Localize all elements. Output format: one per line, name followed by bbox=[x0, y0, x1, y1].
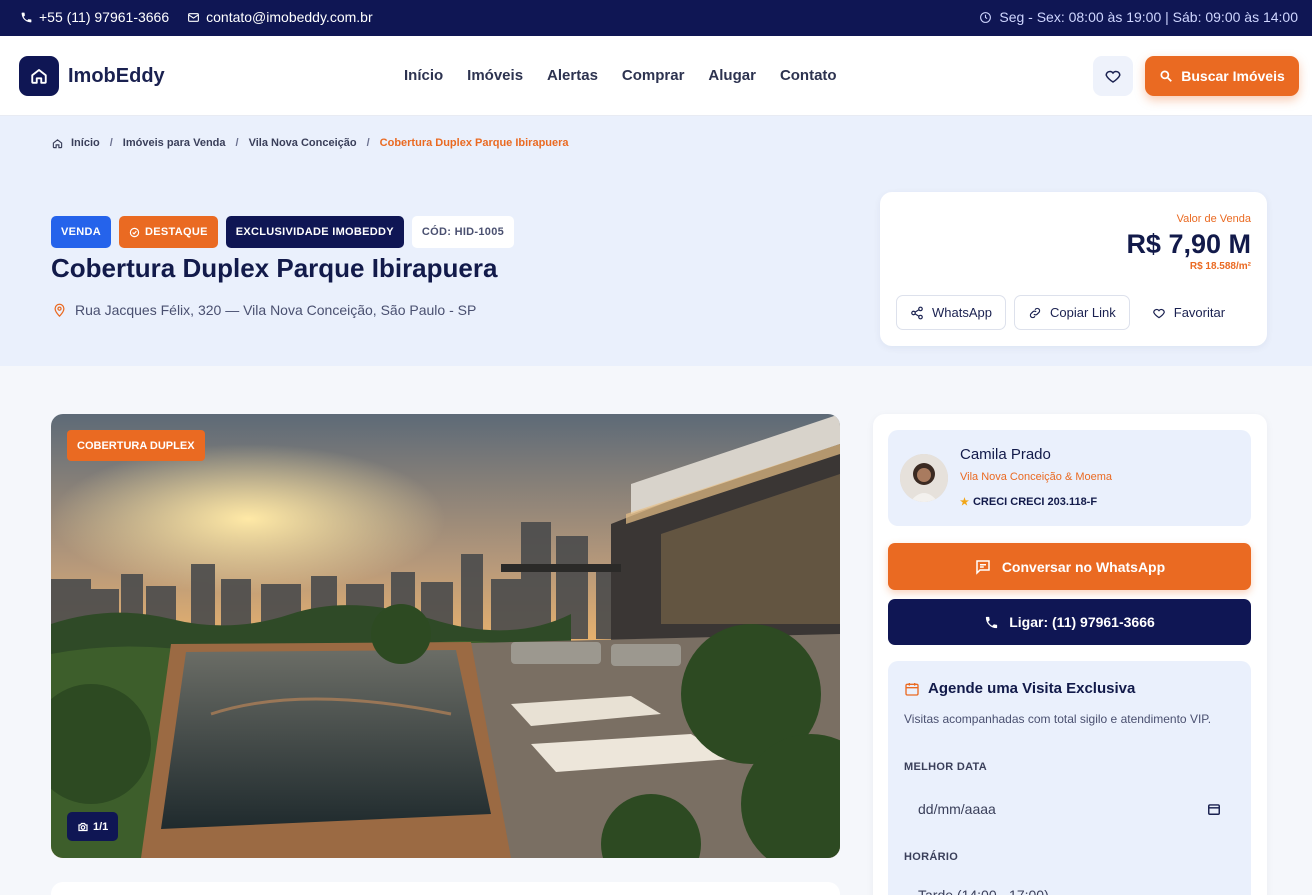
badge-featured: DESTAQUE bbox=[119, 216, 218, 248]
link-icon bbox=[1029, 307, 1041, 318]
check-circle-icon bbox=[129, 227, 140, 237]
share-whatsapp-label: WhatsApp bbox=[932, 305, 992, 320]
topbar-phone[interactable]: +55 (11) 97961-3666 bbox=[20, 9, 169, 25]
chat-icon bbox=[976, 559, 990, 575]
share-whatsapp-button[interactable]: WhatsApp bbox=[896, 295, 1006, 330]
listing-title: Cobertura Duplex Parque Ibirapuera bbox=[51, 253, 498, 283]
breadcrumb-separator: / bbox=[109, 137, 113, 149]
breadcrumb-separator: / bbox=[366, 137, 370, 149]
favorite-button[interactable]: Favoritar bbox=[1137, 295, 1240, 330]
top-bar: +55 (11) 97961-3666 contato@imobeddy.com… bbox=[0, 0, 1312, 36]
breadcrumb-home[interactable]: Início bbox=[71, 137, 100, 149]
main-nav: Início Imóveis Alertas Comprar Alugar Co… bbox=[404, 67, 837, 84]
topbar-email-text: contato@imobeddy.com.br bbox=[206, 9, 373, 25]
agent-avatar bbox=[900, 454, 948, 502]
favorite-label: Favoritar bbox=[1173, 305, 1226, 320]
mail-icon bbox=[188, 12, 200, 22]
gallery-tag: COBERTURA DUPLEX bbox=[67, 430, 205, 461]
call-label: Ligar: (11) 97961-3666 bbox=[1009, 614, 1155, 630]
details-card bbox=[51, 882, 840, 895]
visit-title-text: Agende uma Visita Exclusiva bbox=[928, 680, 1136, 697]
heart-icon bbox=[1105, 70, 1121, 83]
agent-card: Camila Prado Vila Nova Conceição & Moema… bbox=[888, 430, 1251, 526]
topbar-hours: Seg - Sex: 08:00 às 19:00 | Sáb: 09:00 à… bbox=[979, 9, 1298, 25]
calendar-icon[interactable] bbox=[1207, 802, 1221, 816]
site-header: ImobEddy Início Imóveis Alertas Comprar … bbox=[0, 36, 1312, 116]
badge-exclusive: EXCLUSIVIDADE IMOBEDDY bbox=[225, 216, 404, 248]
heart-icon bbox=[1152, 308, 1165, 318]
favorites-button[interactable] bbox=[1093, 56, 1133, 96]
nav-alugar[interactable]: Alugar bbox=[708, 67, 756, 84]
time-select[interactable]: Tarde (14:00 - 17:00) bbox=[904, 874, 1235, 895]
visit-title: Agende uma Visita Exclusiva bbox=[904, 680, 1135, 697]
breadcrumb-item[interactable]: Imóveis para Venda bbox=[123, 137, 226, 149]
whatsapp-chat-button[interactable]: Conversar no WhatsApp bbox=[888, 543, 1251, 590]
nav-alertas[interactable]: Alertas bbox=[547, 67, 598, 84]
calendar-icon bbox=[905, 682, 919, 696]
search-properties-button[interactable]: Buscar Imóveis bbox=[1145, 56, 1299, 96]
topbar-email[interactable]: contato@imobeddy.com.br bbox=[187, 9, 373, 25]
clock-icon bbox=[980, 11, 992, 23]
breadcrumb: Início / Imóveis para Venda / Vila Nova … bbox=[52, 137, 569, 149]
nav-contato[interactable]: Contato bbox=[780, 67, 837, 84]
phone-icon bbox=[21, 12, 32, 22]
agent-creci: ★ CRECI CRECI 203.118-F bbox=[960, 496, 1097, 508]
breadcrumb-separator: / bbox=[235, 137, 239, 149]
topbar-phone-text: +55 (11) 97961-3666 bbox=[39, 9, 170, 25]
price-per-m2: R$ 18.588/m² bbox=[1189, 261, 1251, 272]
photo-counter[interactable]: 1/1 bbox=[67, 812, 119, 841]
price-card: Valor de Venda R$ 7,90 M R$ 18.588/m² Wh… bbox=[880, 192, 1267, 346]
date-input[interactable]: dd/mm/aaaa bbox=[904, 786, 1235, 832]
price-value: R$ 7,90 M bbox=[1126, 229, 1251, 259]
nav-imoveis[interactable]: Imóveis bbox=[467, 67, 523, 84]
agent-area: Vila Nova Conceição & Moema bbox=[960, 471, 1113, 483]
photo-counter-text: 1/1 bbox=[93, 820, 109, 833]
person-icon bbox=[900, 454, 948, 502]
agent-creci-text: CRECI CRECI 203.118-F bbox=[972, 496, 1098, 508]
listing-address: Rua Jacques Félix, 320 — Vila Nova Conce… bbox=[52, 302, 476, 318]
property-photo bbox=[51, 414, 840, 858]
map-pin-icon bbox=[54, 303, 65, 317]
address-text: Rua Jacques Félix, 320 — Vila Nova Conce… bbox=[75, 302, 477, 318]
home-icon bbox=[52, 138, 63, 148]
agent-name: Camila Prado bbox=[960, 446, 1051, 463]
badge-code: CÓD: HID-1005 bbox=[411, 216, 515, 248]
time-label: HORÁRIO bbox=[904, 851, 959, 863]
breadcrumb-item[interactable]: Vila Nova Conceição bbox=[249, 137, 357, 149]
breadcrumb-current: Cobertura Duplex Parque Ibirapuera bbox=[379, 137, 569, 149]
nav-comprar[interactable]: Comprar bbox=[622, 67, 685, 84]
visit-description: Visitas acompanhadas com total sigilo e … bbox=[904, 712, 1212, 726]
share-icon bbox=[911, 306, 923, 319]
copy-link-label: Copiar Link bbox=[1049, 305, 1116, 320]
schedule-visit-card: Agende uma Visita Exclusiva Visitas acom… bbox=[888, 661, 1251, 895]
topbar-hours-text: Seg - Sex: 08:00 às 19:00 | Sáb: 09:00 à… bbox=[999, 9, 1298, 25]
nav-inicio[interactable]: Início bbox=[404, 67, 443, 84]
listing-badges: VENDA DESTAQUE EXCLUSIVIDADE IMOBEDDY CÓ… bbox=[51, 216, 515, 248]
logo[interactable] bbox=[19, 56, 59, 96]
contact-sidebar: Camila Prado Vila Nova Conceição & Moema… bbox=[873, 414, 1267, 895]
date-placeholder: dd/mm/aaaa bbox=[918, 801, 996, 817]
phone-icon bbox=[986, 616, 998, 628]
camera-icon bbox=[78, 822, 88, 831]
star-icon: ★ bbox=[960, 496, 969, 508]
copy-link-button[interactable]: Copiar Link bbox=[1013, 295, 1130, 330]
date-label: MELHOR DATA bbox=[904, 761, 987, 773]
call-button[interactable]: Ligar: (11) 97961-3666 bbox=[888, 599, 1251, 645]
price-label: Valor de Venda bbox=[1176, 213, 1251, 225]
badge-type: VENDA bbox=[51, 216, 112, 248]
home-icon bbox=[31, 69, 47, 84]
search-icon bbox=[1160, 70, 1173, 82]
badge-featured-label: DESTAQUE bbox=[145, 226, 208, 238]
brand-name[interactable]: ImobEddy bbox=[68, 65, 165, 88]
photo-gallery[interactable]: COBERTURA DUPLEX 1/1 bbox=[51, 414, 840, 858]
whatsapp-chat-label: Conversar no WhatsApp bbox=[1001, 558, 1166, 575]
search-button-label: Buscar Imóveis bbox=[1181, 68, 1285, 84]
